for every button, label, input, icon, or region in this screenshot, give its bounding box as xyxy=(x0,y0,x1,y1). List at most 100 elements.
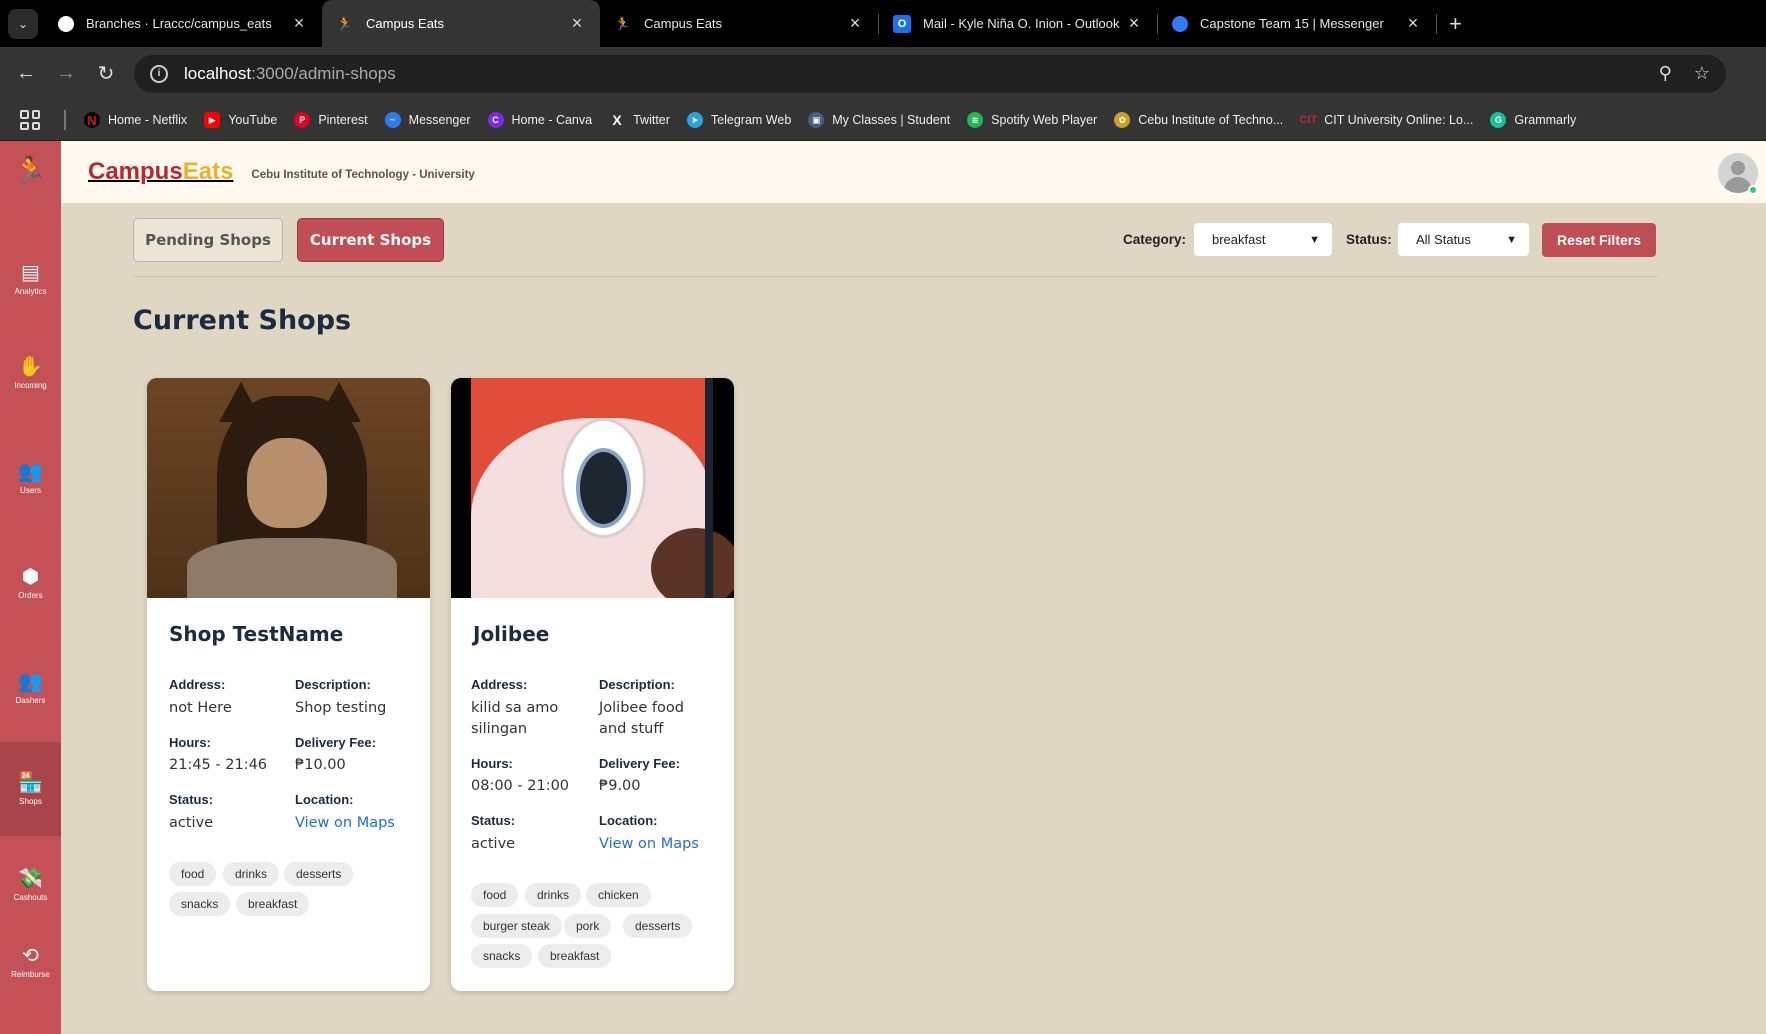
bookmark-grammarly[interactable]: G Grammarly xyxy=(1490,112,1576,128)
delivery-fee-value: ₱10.00 xyxy=(295,757,346,773)
classes-icon: ▣ xyxy=(808,112,825,128)
tag-chip: desserts xyxy=(623,914,693,938)
bookmark-myclasses[interactable]: ▣ My Classes | Student xyxy=(808,112,950,128)
shop-image xyxy=(147,378,430,598)
browser-tab[interactable]: O Mail - Kyle Niña O. Inion - Outlook × xyxy=(879,0,1157,47)
bookmark-canva[interactable]: C Home - Canva xyxy=(487,112,592,128)
category-select[interactable]: breakfast ▼ xyxy=(1194,223,1332,256)
shop-card[interactable]: Shop TestName Address: not Here Descript… xyxy=(147,378,430,991)
bookmark-label: YouTube xyxy=(228,113,278,127)
site-info-icon[interactable]: i xyxy=(150,64,168,83)
bookmark-star-icon[interactable]: ☆ xyxy=(1694,63,1710,84)
runner-icon: 🏃 xyxy=(614,15,632,31)
sidebar-item-orders[interactable]: ⬢ Orders xyxy=(0,536,61,630)
status-selected-value: All Status xyxy=(1416,232,1471,247)
current-shops-button[interactable]: Current Shops xyxy=(297,218,444,262)
sidebar-item-incoming[interactable]: ✋ Incoming xyxy=(0,326,61,420)
bookmark-cit-online[interactable]: CIT CIT University Online: Lo... xyxy=(1299,112,1473,128)
shop-image xyxy=(451,378,734,598)
telegram-icon: ➤ xyxy=(686,112,703,128)
institution-name: Cebu Institute of Technology - Universit… xyxy=(251,169,475,181)
tab-search-button[interactable]: ⌄ xyxy=(8,8,38,39)
bookmark-label: Cebu Institute of Techno... xyxy=(1138,113,1284,127)
shop-card[interactable]: Jolibee Address: kilid sa amo silingan D… xyxy=(451,378,734,991)
tab-separator xyxy=(1436,13,1437,34)
url-input[interactable]: i localhost :3000/admin-shops ⚲ ☆ xyxy=(134,54,1726,93)
sidebar-item-shops[interactable]: 🏪 Shops xyxy=(0,742,61,836)
close-icon[interactable]: × xyxy=(1125,13,1143,34)
status-value: active xyxy=(471,836,516,852)
tag-chip: drinks xyxy=(525,883,582,907)
brand-logo[interactable]: CampusEats xyxy=(88,158,233,186)
browser-tab-bar: ⌄ Branches · Lraccc/campus_eats × 🏃 Camp… xyxy=(0,0,1766,47)
bookmark-label: Spotify Web Player xyxy=(991,113,1098,127)
tag-chip: food xyxy=(471,883,519,907)
sidebar-item-label: Shops xyxy=(19,797,42,806)
page-title: Current Shops xyxy=(133,305,352,336)
status-select[interactable]: All Status ▼ xyxy=(1398,223,1529,256)
browser-tab[interactable]: Branches · Lraccc/campus_eats × xyxy=(44,0,322,47)
reset-filters-button[interactable]: Reset Filters xyxy=(1542,223,1656,257)
delivery-fee-label: Delivery Fee: xyxy=(295,735,376,750)
tab-title: Capstone Team 15 | Messenger xyxy=(1200,16,1384,31)
brand-part-campus: Campus xyxy=(88,158,183,185)
tab-title: Mail - Kyle Niña O. Inion - Outlook xyxy=(923,16,1120,31)
bookmark-cit[interactable]: ✿ Cebu Institute of Techno... xyxy=(1114,112,1283,128)
close-icon[interactable]: × xyxy=(568,13,586,34)
apps-grid-icon[interactable] xyxy=(20,110,40,130)
sidebar-item-label: Dashers xyxy=(15,696,46,705)
bookmark-spotify[interactable]: ≋ Spotify Web Player xyxy=(967,112,1097,128)
view-on-maps-link[interactable]: View on Maps xyxy=(599,836,699,852)
browser-tab-active[interactable]: 🏃 Campus Eats × xyxy=(322,0,600,47)
status-label: Status: xyxy=(471,813,516,828)
view-on-maps-link[interactable]: View on Maps xyxy=(295,815,395,831)
netflix-icon: N xyxy=(84,112,100,128)
sidebar-item-reimburse[interactable]: ⟲ Reimburse xyxy=(0,915,61,1009)
bookmark-twitter[interactable]: X Twitter xyxy=(609,112,669,128)
shops-icon: 🏪 xyxy=(18,772,43,794)
sidebar-item-users[interactable]: 👥 Users xyxy=(0,431,61,525)
bookmark-pinterest[interactable]: P Pinterest xyxy=(294,112,368,128)
delivery-fee-value: ₱9.00 xyxy=(599,778,641,794)
bookmark-messenger[interactable]: ~ Messenger xyxy=(384,112,471,128)
close-icon[interactable]: × xyxy=(290,13,308,34)
close-icon[interactable]: × xyxy=(1404,13,1422,34)
bookmark-telegram[interactable]: ➤ Telegram Web xyxy=(686,112,791,128)
tab-title: Campus Eats xyxy=(366,16,445,31)
browser-tab[interactable]: Capstone Team 15 | Messenger × xyxy=(1158,0,1436,47)
cit-icon: CIT xyxy=(1299,114,1318,126)
hours-value: 21:45 - 21:46 xyxy=(169,757,268,773)
new-tab-button[interactable]: + xyxy=(1449,11,1462,37)
bookmark-label: My Classes | Student xyxy=(832,113,951,127)
tag-chip: desserts xyxy=(284,862,354,886)
bookmarks-divider xyxy=(64,110,66,130)
tab-title: Branches · Lraccc/campus_eats xyxy=(86,16,272,31)
description-label: Description: xyxy=(599,677,675,692)
forward-arrow-icon[interactable]: → xyxy=(52,62,80,85)
tag-chip: pork xyxy=(564,914,612,938)
description-label: Description: xyxy=(295,677,371,692)
url-path: :3000/admin-shops xyxy=(251,63,396,83)
app-sidebar: 🏃 ▤ Analytics ✋ Incoming 👥 Users ⬢ Order… xyxy=(0,141,61,1034)
sidebar-item-label: Orders xyxy=(18,591,43,600)
sidebar-item-analytics[interactable]: ▤ Analytics xyxy=(0,232,61,326)
cit-seal-icon: ✿ xyxy=(1114,112,1131,128)
users-icon: 👥 xyxy=(18,461,43,483)
pending-shops-button[interactable]: Pending Shops xyxy=(133,218,283,262)
browser-tab[interactable]: 🏃 Campus Eats × xyxy=(600,0,878,47)
reimburse-icon: ⟲ xyxy=(22,945,39,967)
sidebar-item-label: Cashouts xyxy=(13,893,48,902)
sidebar-item-label: Incoming xyxy=(14,381,47,390)
close-icon[interactable]: × xyxy=(846,13,864,34)
runner-logo-icon[interactable]: 🏃 xyxy=(0,155,61,186)
bookmark-netflix[interactable]: N Home - Netflix xyxy=(84,112,187,128)
reload-icon[interactable]: ↻ xyxy=(92,61,120,86)
zoom-icon[interactable]: ⚲ xyxy=(1659,63,1672,84)
messenger-icon: ~ xyxy=(384,112,401,128)
bookmark-youtube[interactable]: ▶ YouTube xyxy=(204,112,277,128)
chevron-down-icon: ▼ xyxy=(1309,233,1320,246)
back-arrow-icon[interactable]: ← xyxy=(12,62,40,85)
sidebar-item-dashers[interactable]: 👥 Dashers xyxy=(0,641,61,735)
shop-name: Shop TestName xyxy=(169,622,344,646)
description-value: Jolibee food and stuff xyxy=(599,700,684,737)
